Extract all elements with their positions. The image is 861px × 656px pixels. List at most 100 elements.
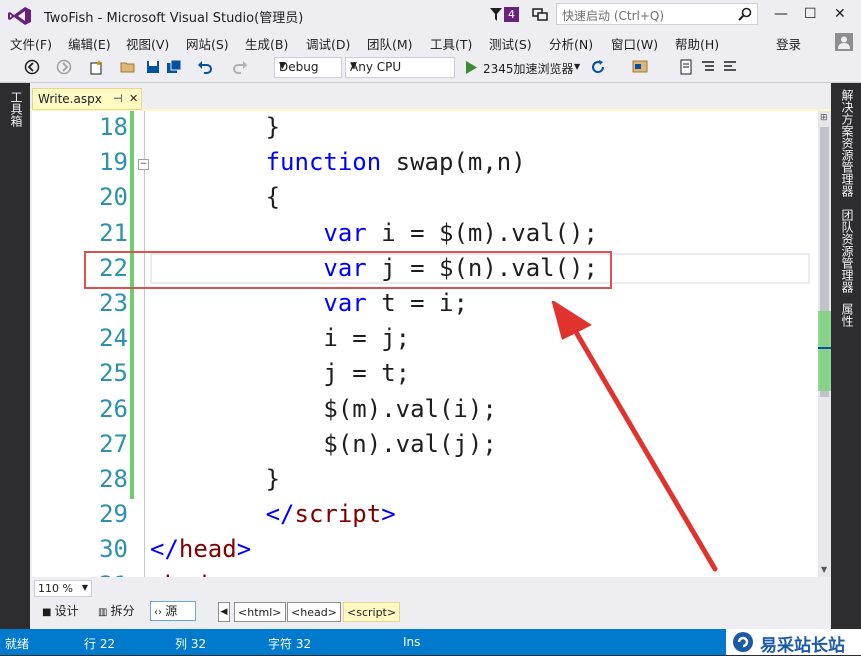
forward-icon[interactable] [56,59,72,75]
split-view-icon: ▥ [98,607,111,618]
menu-analyze[interactable]: 分析(N) [549,34,593,53]
solution-explorer-tab[interactable]: 解决方案资源管理器 [839,89,856,197]
platform-dropdown[interactable]: Any CPU ▼ [345,57,455,78]
undo-icon[interactable] [197,59,213,75]
code-token: $(n).val(j); [150,429,497,458]
keyword-token: </ [265,500,295,529]
menu-view[interactable]: 视图(V) [126,34,169,53]
refresh-icon[interactable] [590,59,606,75]
indent-icon[interactable] [722,59,738,75]
menu-debug[interactable]: 调试(D) [306,34,350,53]
code-line[interactable]: $(m).val(i); [150,394,497,423]
code-line[interactable]: { [150,183,280,211]
code-line[interactable]: } [150,465,280,493]
split-editor-icon[interactable]: ⊞ [820,113,828,123]
back-icon[interactable] [24,59,40,75]
open-folder-icon[interactable] [120,59,136,75]
user-icon [838,36,850,49]
code-line[interactable]: $(n).val(j); [150,429,497,458]
minimize-button[interactable]: — [774,6,788,22]
menu-build[interactable]: 生成(B) [245,34,288,53]
avatar[interactable] [835,33,853,51]
team-explorer-tab[interactable]: 团队资源管理器 [839,209,856,293]
design-view-button[interactable]: ■ 设计 [42,602,79,624]
zoom-dropdown[interactable]: 110 % ▼ [34,580,92,597]
filter-icon[interactable] [490,8,502,22]
code-token: i = $(m).val(); [366,218,598,247]
change-indicator [130,111,134,499]
close-button[interactable]: ✕ [834,6,846,22]
code-line[interactable]: </script> [150,500,396,528]
code-line[interactable]: function swap(m,n) [150,148,526,176]
run-target-button[interactable]: 2345加速浏览器 [483,60,574,77]
menu-window[interactable]: 窗口(W) [611,34,658,53]
maximize-button[interactable]: ☐ [804,6,817,22]
line-number: 20 [99,183,128,212]
close-tab-icon[interactable]: ✕ [129,92,138,105]
menu-tools[interactable]: 工具(T) [430,34,472,53]
keyword-token: > [381,500,396,529]
feedback-icon[interactable] [532,6,548,22]
scroll-down-icon[interactable]: ▼ [821,565,827,574]
chevron-down-icon: ▼ [350,61,357,71]
menu-website[interactable]: 网站(S) [186,34,229,53]
editor-bottom-bar: 110 % ▼ ■ 设计 ▥ 拆分 ‹› 源 ◀ <html> <head> <… [30,577,831,629]
menu-help[interactable]: 帮助(H) [675,34,719,53]
code-editor[interactable]: − 18 } 19 function swap(m,n) 20 {21 var i … [32,111,818,577]
code-token: } [150,113,281,141]
new-project-icon[interactable] [88,59,104,75]
format-icon[interactable] [700,59,716,75]
code-line[interactable]: var i = $(m).val(); [150,219,598,247]
highlight-box [84,251,612,289]
breadcrumb-back-icon[interactable]: ◀ [218,602,230,622]
code-token: swap(m,n) [381,148,526,177]
properties-tab[interactable]: 属性 [839,303,856,327]
save-all-icon[interactable] [166,59,182,75]
menu-team[interactable]: 团队(M) [367,34,413,53]
menu-edit[interactable]: 编辑(E) [68,34,111,53]
notification-badge[interactable]: 4 [504,7,519,22]
menu-test[interactable]: 测试(S) [489,34,532,53]
code-line[interactable]: var t = i; [150,289,468,317]
window-title: TwoFish - Microsoft Visual Studio(管理员) [44,11,304,26]
tab-write-aspx[interactable]: Write.aspx ⊣ ✕ [32,88,142,110]
visual-studio-logo-icon [8,7,31,25]
code-line[interactable]: </head> [150,535,251,563]
left-tool-rail: 工具箱 [0,83,30,629]
configuration-dropdown[interactable]: Debug ▼ [274,57,342,78]
document-icon[interactable] [678,59,694,75]
watermark: 易采站长站 [726,629,861,656]
redo-icon[interactable] [232,59,248,75]
start-debugging-icon[interactable] [466,61,477,74]
toolbox-tab[interactable]: 工具箱 [8,91,25,127]
code-token: } [150,465,281,493]
chevron-down-icon: ▼ [81,583,88,592]
breadcrumb-head[interactable]: <head> [287,602,341,622]
chevron-down-icon[interactable]: ▼ [574,62,580,71]
breadcrumb-script[interactable]: <script> [343,602,401,622]
status-char: 字符 32 [268,637,312,651]
pin-icon[interactable]: ⊣ [113,92,123,105]
split-view-button[interactable]: ▥ 拆分 [98,602,135,624]
login-link[interactable]: 登录 [776,34,801,53]
source-view-button[interactable]: ‹› 源 [150,601,196,621]
code-line[interactable]: } [150,113,280,141]
browser-link-icon[interactable] [632,59,648,75]
code-line[interactable]: i = j; [150,324,410,352]
quick-launch-input[interactable]: 快速启动 (Ctrl+Q) [556,3,758,25]
collapse-icon[interactable]: − [138,159,149,170]
save-icon[interactable] [145,59,161,75]
code-line[interactable]: j = t; [150,359,410,387]
code-token: $(m).val(i); [150,394,497,423]
menu-file[interactable]: 文件(F) [10,34,52,53]
breadcrumb-html[interactable]: <html> [234,602,286,622]
keyword-token: function [265,148,382,177]
status-column: 列 32 [175,637,207,651]
title-bar: TwoFish - Microsoft Visual Studio(管理员) 4… [0,0,861,31]
code-token: i = j; [150,324,411,353]
vertical-scrollbar[interactable]: ⊞ ▼ [818,111,831,577]
outline-margin [144,111,145,577]
code-token: j = t; [150,359,411,388]
